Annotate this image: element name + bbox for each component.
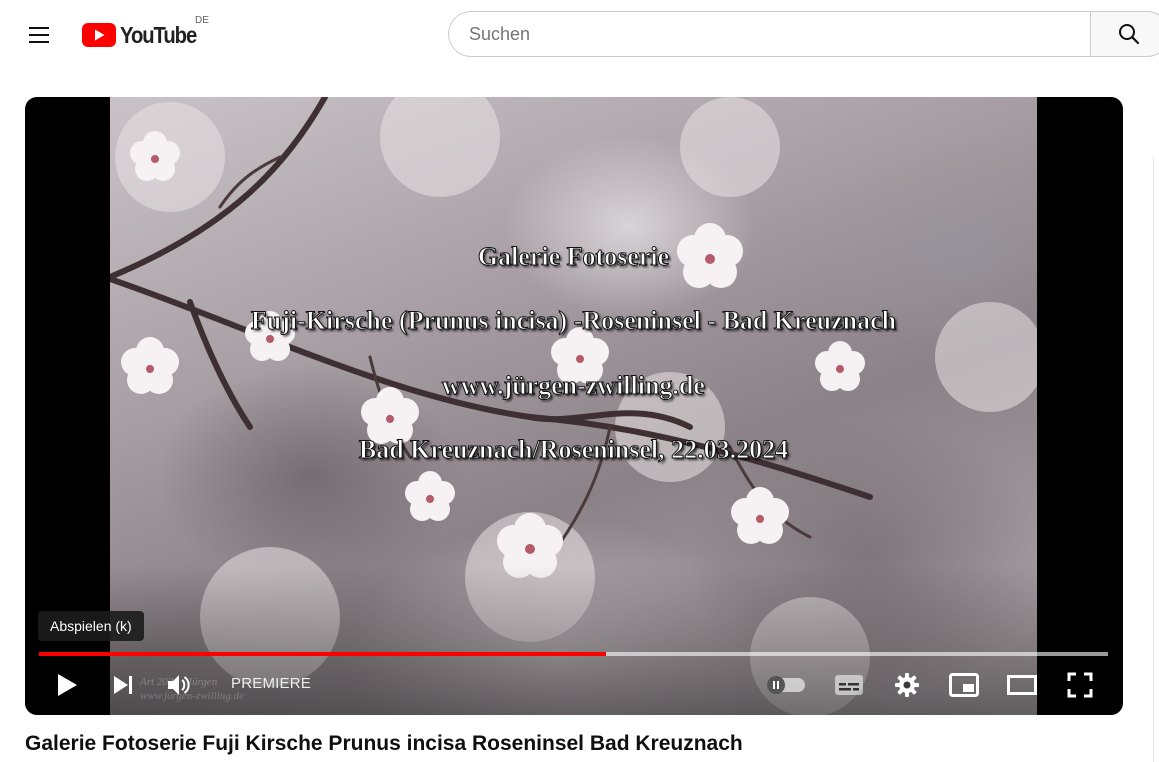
- overlay-line-4: Bad Kreuznach/Roseninsel, 22.03.2024: [358, 435, 789, 465]
- search-input[interactable]: [467, 22, 1090, 46]
- progress-bar[interactable]: [39, 652, 1108, 656]
- subtitles-button[interactable]: [829, 667, 869, 703]
- fullscreen-button[interactable]: [1059, 667, 1101, 703]
- overlay-line-1: Galerie Fotoserie: [477, 242, 670, 272]
- video-title: Galerie Fotoserie Fuji Kirsche Prunus in…: [25, 732, 743, 755]
- subtitles-icon: [835, 675, 863, 695]
- country-code: DE: [195, 15, 209, 26]
- mute-button[interactable]: [161, 667, 197, 703]
- youtube-logo[interactable]: YouTube: [82, 20, 207, 50]
- settings-button[interactable]: [887, 667, 927, 703]
- theater-mode-button[interactable]: [1001, 667, 1043, 703]
- progress-played: [39, 652, 606, 656]
- overlay-line-3: www.jürgen-zwilling.de: [442, 371, 706, 401]
- search-box: [448, 11, 1090, 57]
- next-icon: [114, 676, 132, 694]
- play-tooltip: Abspielen (k): [38, 611, 144, 641]
- play-icon: [58, 674, 77, 696]
- guide-menu-button[interactable]: [20, 16, 58, 54]
- gear-icon: [895, 673, 919, 697]
- play-button[interactable]: [47, 667, 87, 703]
- miniplayer-icon: [949, 673, 979, 697]
- secondary-column-edge: [1153, 157, 1159, 762]
- video-player[interactable]: Galerie Fotoserie Fuji-Kirsche (Prunus i…: [25, 97, 1123, 715]
- premiere-label: PREMIERE: [231, 675, 311, 692]
- youtube-play-logo-icon: [82, 23, 116, 47]
- miniplayer-button[interactable]: [943, 667, 985, 703]
- volume-icon: [168, 675, 190, 695]
- search-button[interactable]: [1090, 11, 1159, 57]
- theater-mode-icon: [1007, 675, 1037, 695]
- hamburger-icon: [29, 27, 49, 43]
- autoplay-toggle[interactable]: [761, 667, 809, 703]
- overlay-line-2: Fuji-Kirsche (Prunus incisa) -Roseninsel…: [250, 306, 897, 336]
- logo-text: YouTube: [120, 21, 197, 48]
- autoplay-toggle-icon: [767, 676, 805, 694]
- masthead: YouTube DE: [0, 0, 1159, 70]
- next-button[interactable]: [103, 667, 143, 703]
- search-icon: [1119, 24, 1140, 45]
- fullscreen-icon: [1067, 672, 1093, 698]
